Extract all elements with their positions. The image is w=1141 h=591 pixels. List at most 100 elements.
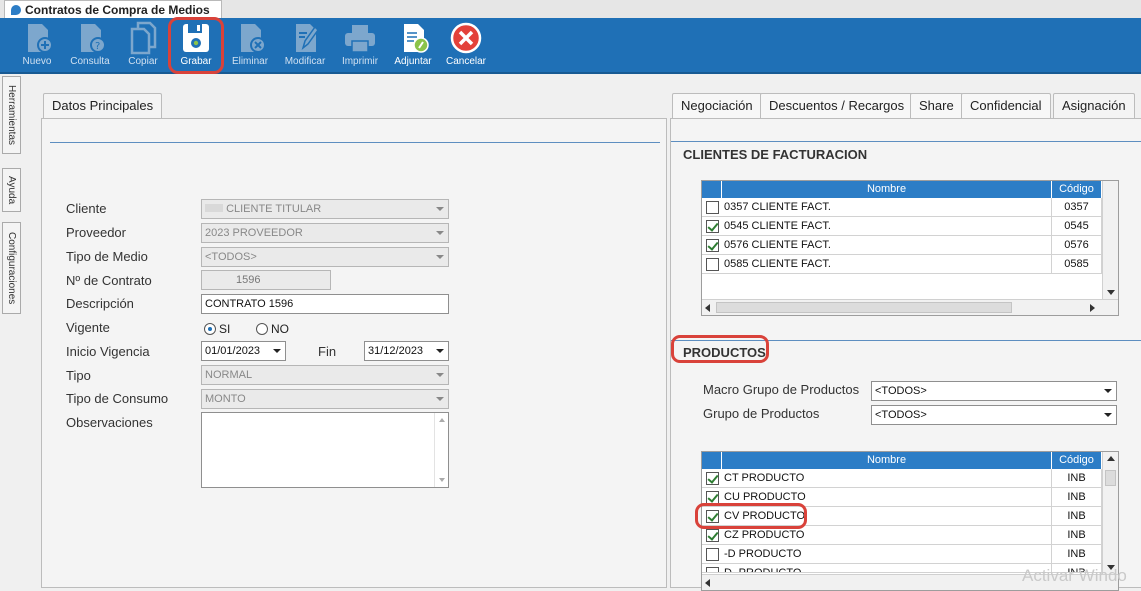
chevron-down-icon [436, 255, 444, 259]
observaciones-scrollbar[interactable] [434, 413, 448, 487]
table-row[interactable]: CU PRODUCTO INB [702, 488, 1118, 507]
scroll-thumb[interactable] [716, 302, 1012, 313]
tab-confidencial[interactable]: Confidencial [961, 93, 1051, 119]
grupo-productos-combo[interactable]: <TODOS> [871, 405, 1117, 425]
grid-header-codigo[interactable]: Código [1052, 181, 1102, 198]
inicio-vigencia-label: Inicio Vigencia [66, 344, 150, 359]
consulta-button[interactable]: ? Consulta [64, 21, 116, 71]
vigente-si-radio[interactable]: SI [204, 322, 230, 336]
title-bar: Contratos de Compra de Medios [0, 0, 1141, 18]
adjuntar-button[interactable]: Adjuntar [387, 21, 439, 71]
tipo-consumo-combo[interactable]: MONTO [201, 389, 449, 409]
divider [671, 141, 1141, 142]
cliente-combo[interactable]: CLIENTE TITULAR [201, 199, 449, 219]
table-row[interactable]: 0357 CLIENTE FACT. 0357 [702, 198, 1118, 217]
proveedor-combo[interactable]: 2023 PROVEEDOR [201, 223, 449, 243]
cancelar-button[interactable]: Cancelar [440, 21, 492, 71]
grid-header-codigo[interactable]: Código [1052, 452, 1102, 469]
copiar-button[interactable]: Copiar [117, 21, 169, 71]
scroll-down-icon [1107, 290, 1115, 295]
side-tab-ayuda[interactable]: Ayuda [2, 168, 21, 212]
tab-descuentos-recargos[interactable]: Descuentos / Recargos [760, 93, 914, 119]
table-row[interactable]: CT PRODUCTO INB [702, 469, 1118, 488]
side-tab-configuraciones[interactable]: Configuraciones [2, 222, 21, 314]
descripcion-field[interactable]: CONTRATO 1596 [201, 294, 449, 314]
table-row[interactable]: 0545 CLIENTE FACT. 0545 [702, 217, 1118, 236]
radio-selected-icon [204, 323, 216, 335]
scroll-up-icon [439, 418, 445, 422]
row-checkbox[interactable] [706, 220, 719, 233]
row-checkbox[interactable] [706, 258, 719, 271]
chevron-down-icon [1104, 413, 1112, 417]
row-checkbox[interactable] [706, 201, 719, 214]
modificar-button[interactable]: Modificar [279, 21, 331, 71]
tipo-consumo-label: Tipo de Consumo [66, 391, 169, 406]
row-nombre: CZ PRODUCTO [722, 526, 1052, 545]
grabar-button[interactable]: Grabar [170, 21, 222, 71]
grid-header-check [702, 452, 722, 469]
row-codigo: 0357 [1052, 198, 1102, 217]
doc-question-icon: ? [81, 24, 106, 53]
table-row[interactable]: 0585 CLIENTE FACT. 0585 [702, 255, 1118, 274]
row-checkbox[interactable] [706, 548, 719, 561]
activation-watermark: Activar Windo [1022, 566, 1127, 585]
grid-header-check [702, 181, 722, 198]
doc-plus-icon [28, 24, 53, 53]
table-row[interactable]: CZ PRODUCTO INB [702, 526, 1118, 545]
row-checkbox[interactable] [706, 472, 719, 485]
chevron-down-icon [436, 231, 444, 235]
chevron-down-icon [436, 349, 444, 353]
table-row[interactable]: CV PRODUCTO INB [702, 507, 1118, 526]
copy-icon [130, 21, 157, 55]
imprimir-button[interactable]: Imprimir [334, 21, 386, 71]
row-nombre: CV PRODUCTO [722, 507, 1052, 526]
observaciones-textarea[interactable] [201, 412, 449, 488]
proveedor-label: Proveedor [66, 225, 126, 240]
tipo-combo[interactable]: NORMAL [201, 365, 449, 385]
cliente-label: Cliente [66, 201, 107, 216]
divider [50, 142, 660, 143]
vigente-no-radio[interactable]: NO [256, 322, 289, 336]
inicio-vigencia-date[interactable]: 01/01/2023 [201, 341, 286, 361]
tab-negociacion[interactable]: Negociación [672, 93, 762, 119]
tipo-medio-label: Tipo de Medio [66, 249, 148, 264]
row-checkbox[interactable] [706, 529, 719, 542]
row-nombre: CU PRODUCTO [722, 488, 1052, 507]
nuevo-button[interactable]: Nuevo [11, 21, 63, 71]
grid-header-nombre[interactable]: Nombre [722, 452, 1052, 469]
tab-share[interactable]: Share [910, 93, 963, 119]
fin-date[interactable]: 31/12/2023 [364, 341, 449, 361]
observaciones-label: Observaciones [66, 415, 153, 430]
row-checkbox[interactable] [706, 567, 719, 572]
eliminar-button[interactable]: Eliminar [224, 21, 276, 71]
nro-contrato-field[interactable]: 1596 [201, 270, 331, 290]
printer-icon [345, 25, 375, 53]
clientes-horizontal-scrollbar[interactable] [702, 299, 1118, 315]
doc-edit-icon [296, 24, 319, 52]
asignacion-panel: CLIENTES DE FACTURACION Nombre Código 03… [670, 118, 1141, 591]
nro-contrato-label: Nº de Contrato [66, 273, 152, 288]
macro-grupo-combo[interactable]: <TODOS> [871, 381, 1117, 401]
row-checkbox[interactable] [706, 239, 719, 252]
window-tab[interactable]: Contratos de Compra de Medios [4, 0, 222, 18]
tab-datos-principales[interactable]: Datos Principales [43, 93, 163, 121]
side-tab-herramientas[interactable]: Herramientas [2, 76, 21, 154]
scroll-right-icon [1090, 304, 1095, 312]
grid-header-nombre[interactable]: Nombre [722, 181, 1052, 198]
row-checkbox[interactable] [706, 491, 719, 504]
productos-vertical-scrollbar[interactable] [1102, 452, 1118, 574]
tab-asignacion[interactable]: Asignación [1053, 93, 1135, 121]
divider [671, 340, 1141, 341]
tipo-medio-combo[interactable]: <TODOS> [201, 247, 449, 267]
table-row[interactable]: 0576 CLIENTE FACT. 0576 [702, 236, 1118, 255]
clientes-vertical-scrollbar[interactable] [1102, 181, 1118, 299]
table-row[interactable]: -D PRODUCTO INB [702, 545, 1118, 564]
cancel-icon [450, 22, 482, 54]
row-codigo: INB [1052, 545, 1102, 564]
fin-label: Fin [318, 344, 337, 359]
chevron-down-icon [436, 373, 444, 377]
row-checkbox[interactable] [706, 510, 719, 523]
scroll-down-icon [439, 478, 445, 482]
scroll-thumb[interactable] [1105, 470, 1116, 486]
chevron-down-icon [273, 349, 281, 353]
